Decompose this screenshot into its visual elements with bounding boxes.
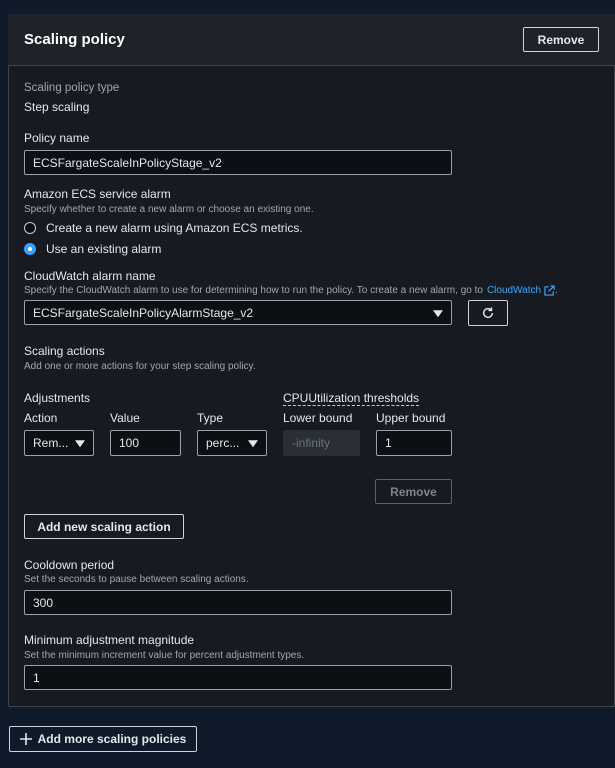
col-type: Type [197,411,224,425]
cooldown-value: 300 [33,595,54,610]
radio-create-alarm[interactable]: Create a new alarm using Amazon ECS metr… [24,221,303,235]
lower-bound-placeholder: -infinity [292,436,331,450]
chevron-down-icon [248,440,258,448]
policy-name-label: Policy name [24,131,90,145]
action-select[interactable]: Rem... [24,430,94,456]
remove-action-button[interactable]: Remove [375,479,452,504]
scaling-actions-label: Scaling actions [24,344,105,358]
adjustments-label: Adjustments [24,391,91,405]
cloudwatch-alarm-value: ECSFargateScaleInPolicyAlarmStage_v2 [33,305,254,320]
policy-type-label: Scaling policy type [24,82,120,94]
col-action: Action [24,411,58,425]
external-link-icon[interactable] [544,285,555,296]
min-adjustment-input[interactable]: 1 [24,665,452,690]
chevron-down-icon [433,309,443,317]
policy-name-value: ECSFargateScaleInPolicyStage_v2 [33,155,222,170]
thresholds-label[interactable]: CPUUtilization thresholds [283,391,420,406]
cooldown-label: Cooldown period [24,558,115,572]
refresh-button[interactable] [468,300,508,326]
cloudwatch-alarm-description: Specify the CloudWatch alarm to use for … [24,285,558,296]
scaling-actions-description: Add one or more actions for your step sc… [24,361,256,372]
upper-bound-value: 1 [385,436,392,450]
upper-bound-input[interactable]: 1 [376,430,452,456]
cloudwatch-description-text: Specify the CloudWatch alarm to use for … [24,285,483,296]
policy-name-input[interactable]: ECSFargateScaleInPolicyStage_v2 [24,150,452,175]
cloudwatch-alarm-label: CloudWatch alarm name [24,269,156,283]
col-lower-bound: Lower bound [283,411,353,425]
min-adjustment-value: 1 [33,670,40,685]
radio-create-alarm-circle[interactable] [24,222,36,234]
service-alarm-description: Specify whether to create a new alarm or… [24,204,314,215]
remove-policy-button[interactable]: Remove [523,27,599,52]
radio-create-alarm-label: Create a new alarm using Amazon ECS metr… [46,221,303,235]
type-select[interactable]: perc... [197,430,267,456]
value-input[interactable]: 100 [110,430,181,456]
cooldown-input[interactable]: 300 [24,590,452,615]
add-scaling-action-button[interactable]: Add new scaling action [24,514,184,539]
add-scaling-policies-button[interactable]: Add more scaling policies [9,726,197,752]
min-adjustment-description: Set the minimum increment value for perc… [24,650,305,661]
lower-bound-input: -infinity [283,430,360,456]
type-value: perc... [206,436,240,450]
cloudwatch-alarm-select[interactable]: ECSFargateScaleInPolicyAlarmStage_v2 [24,300,452,325]
cooldown-description: Set the seconds to pause between scaling… [24,574,249,585]
add-scaling-policies-label: Add more scaling policies [37,732,187,746]
radio-existing-alarm-label: Use an existing alarm [46,242,162,256]
refresh-icon [481,306,495,320]
panel-title: Scaling policy [24,31,125,48]
service-alarm-label: Amazon ECS service alarm [24,187,171,201]
cloudwatch-description-end: . [555,285,558,296]
policy-type-value: Step scaling [24,100,90,114]
chevron-down-icon [75,440,85,448]
plus-icon [19,733,32,745]
col-value: Value [110,411,140,425]
action-value: Rem... [33,436,69,450]
min-adjustment-label: Minimum adjustment magnitude [24,633,195,647]
value-value: 100 [119,436,140,450]
col-upper-bound: Upper bound [376,411,446,425]
radio-existing-alarm[interactable]: Use an existing alarm [24,242,161,256]
cloudwatch-link[interactable]: CloudWatch [487,285,541,296]
radio-existing-alarm-circle[interactable] [24,243,36,255]
